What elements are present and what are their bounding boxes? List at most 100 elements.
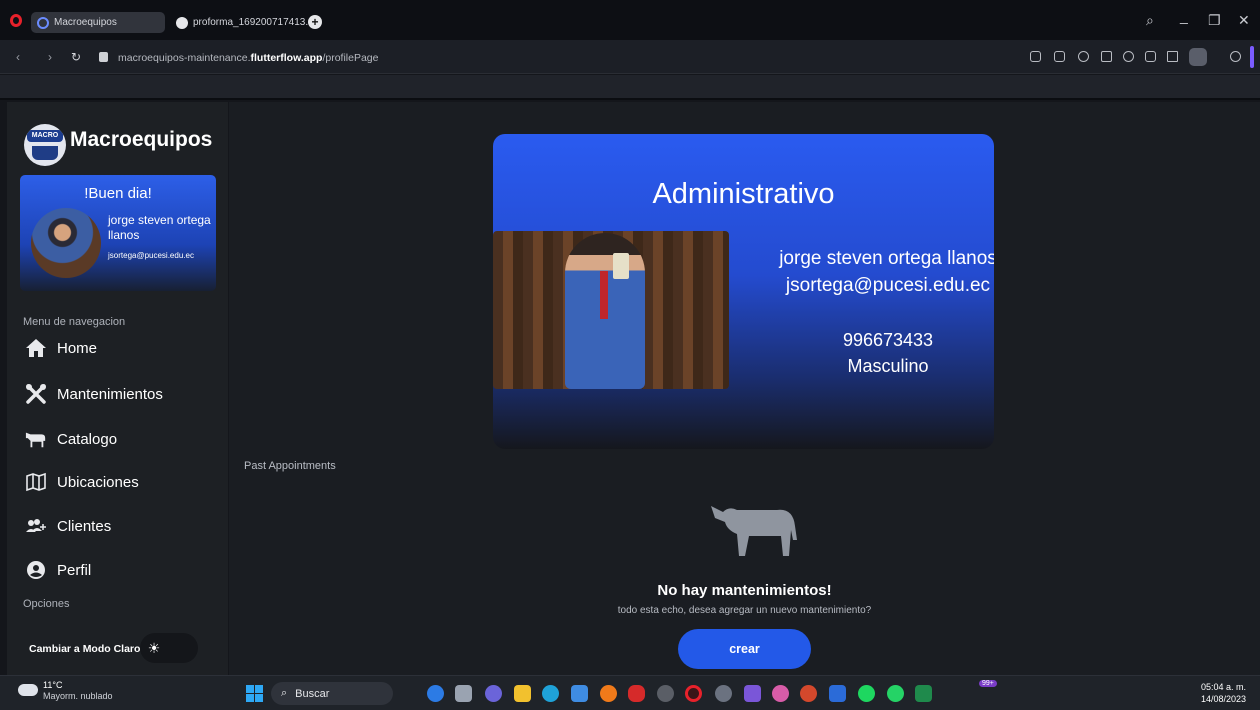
taskbar-search[interactable]: ⌕ Buscar [271,682,393,705]
avatar [31,208,101,278]
greeting-card: !Buen dia! jorge steven ortega llanos js… [20,175,216,291]
easy-setup-icon[interactable] [1167,51,1178,62]
greeting-title: !Buen dia! [84,185,152,202]
system-clock[interactable]: 05:04 a. m. 14/08/2023 [1201,681,1246,705]
anydesk-icon[interactable] [628,685,645,702]
profile-role: Administrativo [652,178,835,210]
add-people-icon [25,516,47,536]
file-explorer-icon[interactable] [514,685,531,702]
forward-button[interactable]: › [48,50,52,64]
brand-name: Macroequipos [70,128,213,151]
greeting-user-name: jorge steven ortega llanos [108,213,211,242]
account-circle-icon [25,560,47,580]
store-icon[interactable] [571,685,588,702]
sidebar-item-mantenimientos[interactable]: Mantenimientos [25,381,163,407]
spotify-icon[interactable] [858,685,875,702]
tab-search-icon[interactable]: ⌕ [1146,12,1154,29]
new-tab-button[interactable]: + [308,15,322,29]
camera-icon[interactable] [1054,51,1065,62]
empty-state-title: No hay mantenimientos! [657,582,832,599]
cow-icon [709,496,801,558]
windows-start-icon[interactable] [246,685,263,702]
clock-time: 05:04 a. m. [1200,682,1246,692]
sidebar: MACRO Macroequipos !Buen dia! jorge stev… [7,102,228,675]
sidebar-item-label: Clientes [57,517,112,535]
sidebar-item-perfil[interactable]: Perfil [25,557,91,583]
reload-button[interactable]: ↻ [71,50,81,64]
brand-logo-icon: MACRO [24,124,66,166]
tab-proforma[interactable]: proforma_169200717413... [170,12,314,33]
search-icon: ⌕ [281,687,288,699]
profile-icon[interactable] [1189,48,1207,66]
bing-icon[interactable] [427,685,444,702]
url-prefix: macroequipos-maintenance. [118,52,251,64]
sidebar-item-home[interactable]: Home [25,335,97,361]
steam-icon[interactable] [715,685,732,702]
notification-badge: 99+ [979,680,997,687]
home-icon [25,338,47,358]
edge-icon[interactable] [542,685,559,702]
back-button[interactable]: ‹ [16,50,20,64]
sidebar-item-ubicaciones[interactable]: Ubicaciones [25,469,139,495]
sidebar-item-label: Perfil [57,561,92,579]
heart-icon[interactable] [1123,51,1134,62]
app-pink-icon[interactable] [772,685,789,702]
browser-tab-bar: Macroequipos proforma_169200717413... + … [0,0,1260,40]
clock-date: 14/08/2023 [1200,694,1246,704]
tools-icon [25,384,47,404]
weather-temperature[interactable]: 11°C [43,680,62,690]
sidebar-item-catalogo[interactable]: Catalogo [25,426,117,452]
sidebar-item-label: Ubicaciones [57,473,139,491]
send-icon[interactable] [1101,51,1112,62]
weather-cloud-icon[interactable] [16,680,38,696]
theme-toggle[interactable]: ☀ [140,633,198,663]
extensions-icon[interactable] [1230,51,1241,62]
minimize-button[interactable]: _ [1180,8,1188,24]
word-icon[interactable] [829,685,846,702]
taskbar: 11°C Mayorm. nublado ⌕ Buscar 99+ 05:04 … [0,675,1260,710]
teams-chat-icon[interactable] [485,685,502,702]
profile-photo [493,231,729,389]
profile-card: Administrativo jorge steven ortega llano… [493,134,994,449]
sidebar-item-label: Home [57,339,98,357]
shield-icon[interactable] [1078,51,1089,62]
profile-gender: Masculino [847,356,929,376]
powerpoint-icon[interactable] [800,685,817,702]
logo-text: MACRO [27,130,63,142]
profile-phone: 996673433 [842,330,934,350]
task-view-icon[interactable] [455,685,472,702]
close-button[interactable]: ✕ [1238,12,1250,29]
restore-button[interactable]: ❐ [1208,12,1221,29]
globe-icon [176,16,188,29]
sun-icon: ☀ [147,640,161,656]
options-section-label: Opciones [23,598,70,610]
create-button[interactable]: crear [678,629,811,669]
logo-drip [32,146,58,160]
weather-condition[interactable]: Mayorm. nublado [43,691,113,701]
firefox-icon[interactable] [600,685,617,702]
app-purple-icon[interactable] [744,685,761,702]
url-field[interactable]: macroequipos-maintenance.flutterflow.app… [118,52,378,64]
app-icon[interactable] [657,685,674,702]
sidebar-indicator [1250,46,1254,68]
main-content: Administrativo jorge steven ortega llano… [229,102,1260,675]
edit-icon[interactable] [1030,51,1041,62]
sidebar-item-clientes[interactable]: Clientes [25,513,111,539]
tab-macroequipos[interactable]: Macroequipos [31,12,165,33]
app-top-strip [0,75,1260,100]
past-appointments-label: Past Appointments [244,460,336,472]
tie-shape [600,271,608,319]
whatsapp-icon[interactable] [887,685,904,702]
lock-icon[interactable] [99,52,108,62]
sidebar-item-label: Catalogo [57,430,118,448]
tab-label: proforma_169200717413... [193,17,314,28]
nav-section-label: Menu de navegacion [23,316,126,328]
tab-label: Macroequipos [54,17,117,28]
taskbar-search-label: Buscar [295,687,330,700]
excel-icon[interactable] [915,685,932,702]
opera-icon[interactable] [685,685,702,702]
greeting-user-email: jsortega@pucesi.edu.ec [108,251,194,260]
profile-name: jorge steven ortega llanos [779,248,994,269]
download-icon[interactable] [1145,51,1156,62]
opera-logo-icon[interactable] [10,14,22,27]
